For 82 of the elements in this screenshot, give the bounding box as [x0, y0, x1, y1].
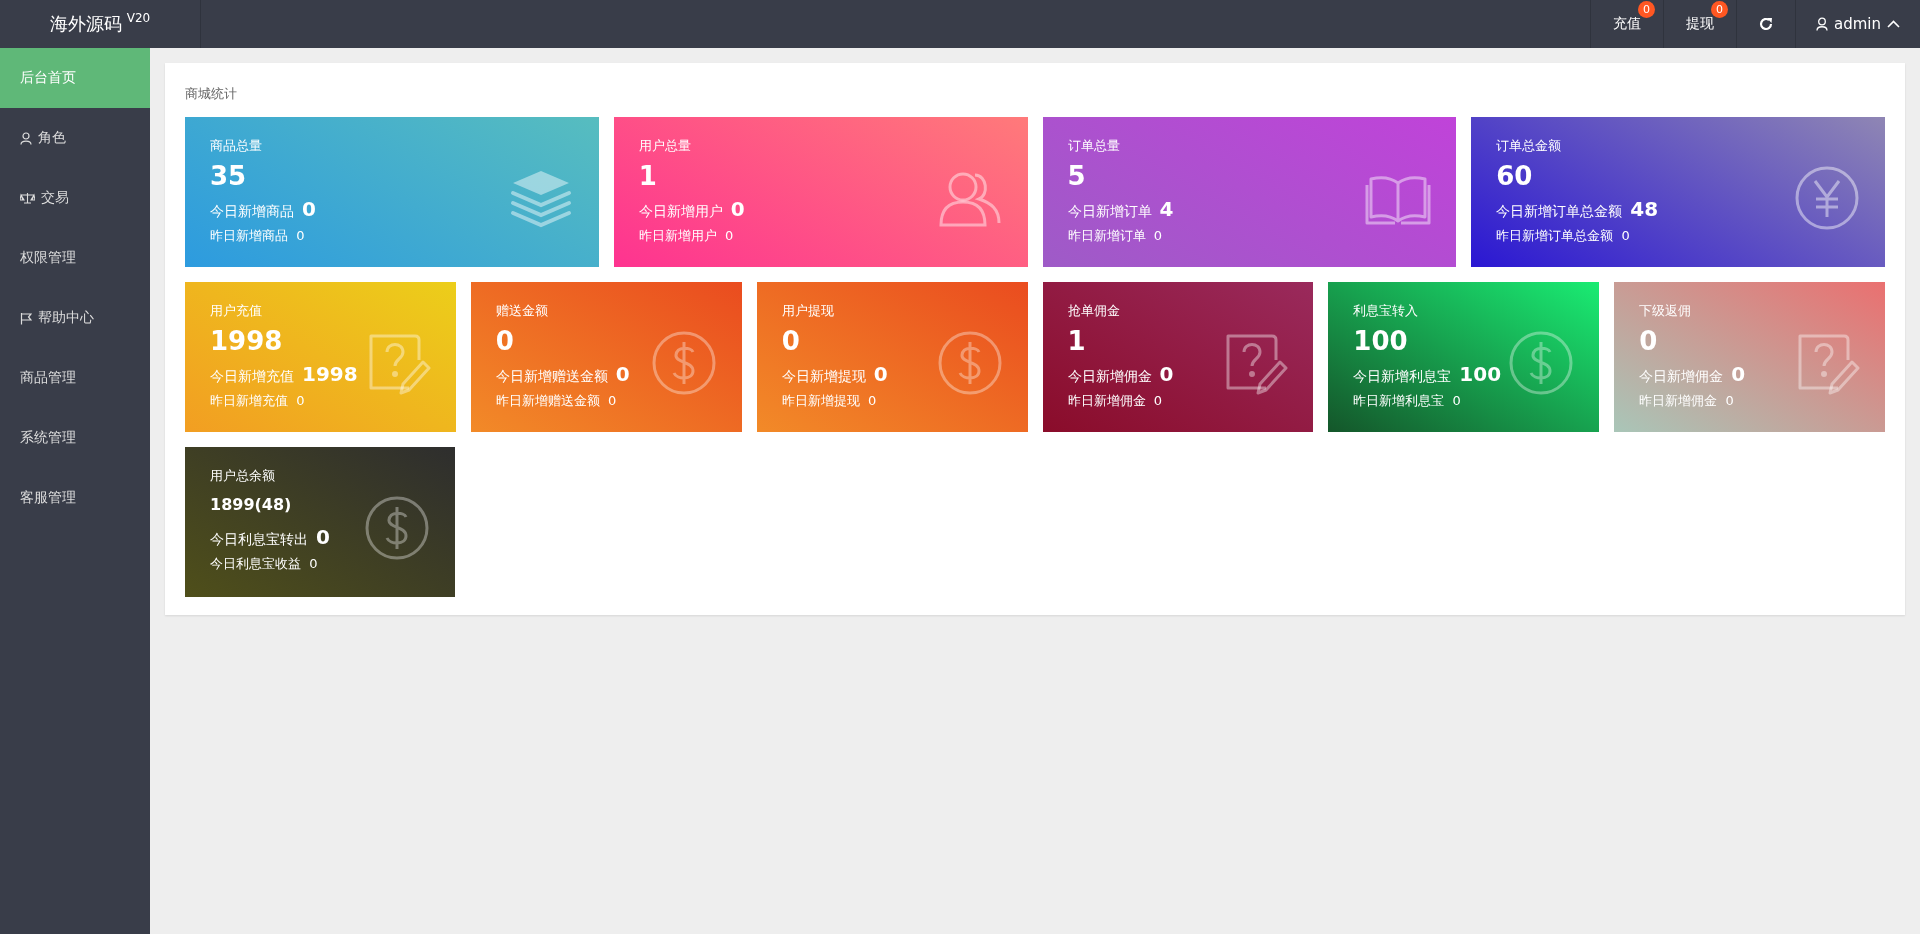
refresh-icon	[1759, 17, 1773, 31]
header-link[interactable]: 提现 0	[1663, 0, 1736, 48]
today-label: 今日新增用户	[638, 203, 723, 221]
sidebar-item[interactable]: 角色	[0, 108, 150, 168]
card-title: 订单总量	[1067, 137, 1121, 155]
card-value: 1998	[210, 326, 284, 356]
dollar-icon	[650, 330, 717, 396]
card-value: 0	[781, 326, 801, 356]
yesterday-text: 昨日新增订单总金额 0	[1496, 227, 1631, 245]
today-label: 今日新增佣金	[1639, 368, 1724, 386]
count-badge: 0	[1638, 1, 1655, 18]
today-label: 今日新增利息宝	[1353, 368, 1452, 386]
card-title: 用户总余额	[210, 467, 276, 485]
today-value: 1998	[302, 362, 358, 386]
flag-icon	[20, 311, 32, 325]
card-value: 0	[1639, 326, 1659, 356]
sidebar-item[interactable]: 帮助中心	[0, 288, 150, 348]
yesterday-text: 昨日新增佣金 0	[1067, 392, 1164, 410]
yesterday-text: 昨日新增提现 0	[781, 392, 878, 410]
today-value: 0	[316, 525, 330, 549]
yesterday-text: 昨日新增赠送金额 0	[495, 392, 618, 410]
today-label: 今日新增赠送金额	[495, 368, 608, 386]
yesterday-text: 昨日新增佣金 0	[1639, 392, 1735, 410]
today-label: 今日新增提现	[781, 368, 866, 386]
today-value: 0	[1731, 362, 1746, 386]
today-value: 0	[873, 362, 888, 386]
dollar-icon	[936, 330, 1003, 396]
today-value: 0	[302, 197, 316, 221]
card-title: 抢单佣金	[1067, 302, 1121, 320]
card-value: 1	[638, 161, 658, 191]
dollar-icon	[364, 495, 430, 561]
sidebar-item[interactable]: 系统管理	[0, 408, 150, 468]
card-title: 赠送金额	[495, 302, 549, 320]
yen-icon	[1794, 165, 1860, 231]
card-value: 1899(48)	[210, 494, 293, 516]
panel-title: 商城统计	[185, 85, 238, 103]
card-value: 0	[495, 326, 515, 356]
today-label: 今日利息宝转出	[210, 531, 308, 549]
yesterday-text: 昨日新增利息宝 0	[1353, 392, 1462, 410]
sidebar-item[interactable]: 商品管理	[0, 348, 150, 408]
card-title: 用户充值	[210, 302, 263, 320]
today-value: 0	[1159, 362, 1174, 386]
yesterday-text: 昨日新增用户 0	[638, 227, 735, 245]
yesterday-text: 昨日新增订单 0	[1067, 227, 1164, 245]
today-label: 今日新增商品	[210, 203, 294, 221]
user-menu[interactable]: admin	[1795, 0, 1920, 48]
card-title: 用户总量	[638, 137, 692, 155]
card-value: 5	[1067, 161, 1087, 191]
today-label: 今日新增充值	[210, 368, 294, 386]
user-name: admin	[1834, 15, 1881, 33]
card-title: 用户提现	[781, 302, 835, 320]
card-value: 1	[1067, 326, 1087, 356]
today-value: 100	[1459, 362, 1502, 386]
today-label: 今日新增订单总金额	[1496, 203, 1623, 221]
card-title: 利息宝转入	[1353, 302, 1420, 320]
today-value: 4	[1159, 197, 1174, 221]
dollar-icon	[1508, 330, 1575, 396]
card-title: 商品总量	[210, 137, 263, 155]
card-value: 35	[210, 161, 248, 191]
logo-text: 海外源码	[49, 12, 122, 36]
card-value: 100	[1353, 326, 1409, 356]
user-icon	[20, 131, 32, 145]
today-value: 0	[615, 362, 630, 386]
today-value: 0	[730, 197, 745, 221]
caret-icon	[1887, 20, 1900, 28]
yesterday-text: 昨日新增充值 0	[210, 392, 306, 410]
today-value: 48	[1630, 197, 1659, 221]
yesterday-text: 今日利息宝收益 0	[210, 555, 319, 573]
card-value: 60	[1496, 161, 1534, 191]
card-title: 订单总金额	[1496, 137, 1563, 155]
count-badge: 0	[1711, 1, 1728, 18]
today-label: 今日新增订单	[1067, 203, 1152, 221]
sidebar-item[interactable]: 交易	[0, 168, 150, 228]
header-link[interactable]: 充值 0	[1590, 0, 1663, 48]
yesterday-text: 昨日新增商品 0	[210, 227, 306, 245]
card-title: 下级返佣	[1639, 302, 1693, 320]
user-icon	[1816, 17, 1828, 31]
today-label: 今日新增佣金	[1067, 368, 1152, 386]
sidebar-item[interactable]: 客服管理	[0, 468, 150, 528]
version-label: V20	[126, 11, 151, 25]
scale-icon	[20, 192, 35, 204]
sidebar-item[interactable]: 权限管理	[0, 228, 150, 288]
